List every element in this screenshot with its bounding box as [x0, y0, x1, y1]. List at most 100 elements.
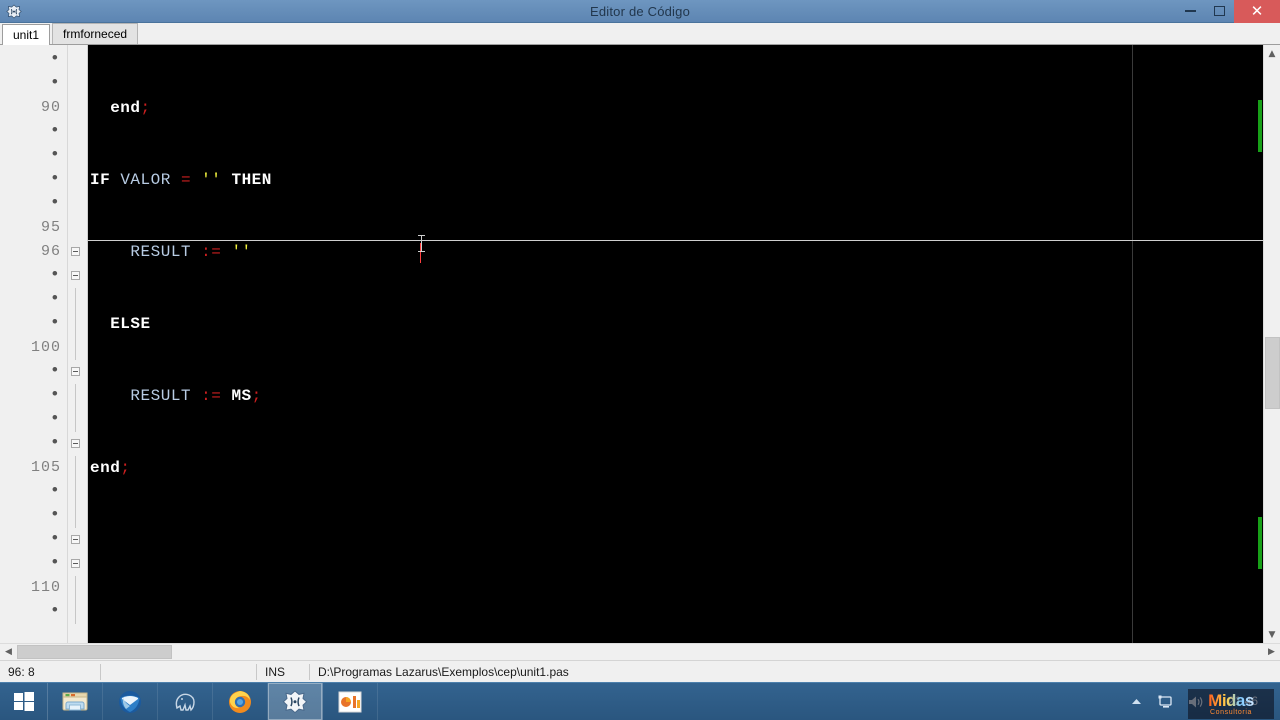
status-file-path: D:\Programas Lazarus\Exemplos\cep\unit1.… [318, 664, 569, 679]
fold-marker [68, 144, 87, 168]
horizontal-scroll-track[interactable] [17, 644, 1263, 661]
taskbar-firefox[interactable] [213, 683, 268, 720]
horizontal-scroll-thumb[interactable] [17, 644, 172, 659]
line-number: 96 [40, 243, 61, 260]
lazarus-icon [5, 3, 23, 19]
watermark-brand: Midas [1208, 691, 1254, 710]
fold-marker [68, 72, 87, 96]
minimize-icon [1185, 10, 1196, 12]
code-line: RESULT := '' [130, 243, 252, 261]
restore-button[interactable] [1205, 0, 1234, 23]
line-number: • [49, 50, 61, 69]
line-number-gutter[interactable]: • • 90 • • • • 95 96 • • • 100 • • • • 1… [0, 45, 68, 643]
line-number: 90 [40, 99, 61, 116]
chevron-up-icon[interactable] [1126, 692, 1146, 712]
line-number: • [49, 530, 61, 549]
fold-marker-expanded[interactable] [68, 552, 87, 576]
line-number: • [49, 146, 61, 165]
scroll-right-button[interactable]: ▶ [1263, 644, 1280, 661]
chart-icon [338, 691, 362, 712]
mouse-ibeam-cursor [418, 235, 425, 252]
code-fold-column[interactable] [68, 45, 88, 643]
line-number: • [49, 386, 61, 405]
fold-line [68, 408, 87, 432]
fold-marker [68, 216, 87, 240]
fold-marker [68, 168, 87, 192]
code-line: ELSE [110, 315, 151, 333]
change-marker [1258, 517, 1262, 569]
fold-line [68, 288, 87, 312]
fold-marker-expanded[interactable] [68, 240, 87, 264]
status-cursor-position: 96: 8 [8, 664, 35, 679]
vertical-scroll-thumb[interactable] [1265, 337, 1280, 409]
taskbar-lazarus[interactable] [268, 683, 323, 720]
line-number: • [49, 554, 61, 573]
taskbar-file-explorer[interactable] [48, 683, 103, 720]
elephant-icon [175, 693, 195, 711]
fold-line [68, 384, 87, 408]
line-number: • [49, 170, 61, 189]
line-number: • [49, 290, 61, 309]
editor-tab-bar: unit1 frmforneced [0, 23, 1280, 45]
line-number: • [49, 266, 61, 285]
line-number: • [49, 194, 61, 213]
window-controls: ✕ [1176, 0, 1280, 23]
scroll-up-button[interactable]: ▲ [1264, 45, 1280, 62]
screen-recorder-watermark: Midas Consultoria [1188, 689, 1274, 719]
editor-vertical-scrollbar[interactable]: ▲ ▼ [1258, 45, 1280, 643]
line-number: • [49, 434, 61, 453]
line-number: • [49, 314, 61, 333]
tab-frmforneced[interactable]: frmforneced [52, 23, 139, 44]
taskbar-chart-app[interactable] [323, 683, 378, 720]
window-title: Editor de Código [589, 3, 691, 19]
network-icon[interactable] [1156, 692, 1176, 712]
code-editor-window: Editor de Código ✕ unit1 frmforneced • •… [0, 0, 1280, 682]
line-number: • [49, 362, 61, 381]
line-number: 100 [30, 339, 61, 356]
editor-horizontal-scrollbar[interactable]: ◀ ▶ [0, 643, 1280, 660]
fold-line [68, 456, 87, 480]
minimize-button[interactable] [1176, 0, 1205, 23]
close-icon: ✕ [1250, 1, 1264, 20]
line-number: • [49, 506, 61, 525]
fold-line [68, 600, 87, 624]
scroll-down-button[interactable]: ▼ [1264, 626, 1280, 643]
code-line: end; [90, 459, 131, 477]
fold-line [68, 312, 87, 336]
line-number: 110 [30, 579, 61, 596]
fold-line [68, 480, 87, 504]
line-number: • [49, 602, 61, 621]
taskbar-thunderbird[interactable] [103, 683, 158, 720]
scroll-left-button[interactable]: ◀ [0, 644, 17, 661]
title-bar[interactable]: Editor de Código ✕ [0, 0, 1280, 23]
taskbar-postgresql[interactable] [158, 683, 213, 720]
restore-icon [1214, 6, 1225, 16]
tab-frmforneced-label: frmforneced [63, 27, 128, 41]
code-line: RESULT := MS; [130, 387, 262, 405]
folder-icon [62, 692, 88, 710]
fold-marker [68, 48, 87, 72]
vertical-scroll-track[interactable] [1258, 62, 1280, 626]
line-number: • [49, 482, 61, 501]
code-text-area[interactable]: end; IF VALOR = '' THEN RESULT := '' ELS… [88, 45, 1263, 643]
code-line: end; [90, 99, 151, 117]
fold-marker-expanded[interactable] [68, 360, 87, 384]
close-button[interactable]: ✕ [1234, 0, 1280, 23]
status-insert-mode[interactable]: INS [257, 661, 309, 683]
lazarus-icon [282, 689, 308, 713]
code-line: IF VALOR = '' THEN [90, 171, 272, 189]
firefox-icon [229, 690, 251, 713]
code-content: end; IF VALOR = '' THEN RESULT := '' ELS… [88, 48, 1263, 643]
status-blank-cell [101, 661, 256, 683]
fold-marker-expanded[interactable] [68, 528, 87, 552]
line-number: • [49, 122, 61, 141]
fold-line [68, 504, 87, 528]
start-button[interactable] [0, 683, 48, 720]
windows-logo-icon [13, 691, 34, 711]
change-marker [1258, 100, 1262, 152]
tab-unit1[interactable]: unit1 [2, 24, 51, 45]
fold-marker-expanded[interactable] [68, 432, 87, 456]
editor-shell: • • 90 • • • • 95 96 • • • 100 • • • • 1… [0, 45, 1280, 660]
fold-marker-expanded[interactable] [68, 264, 87, 288]
